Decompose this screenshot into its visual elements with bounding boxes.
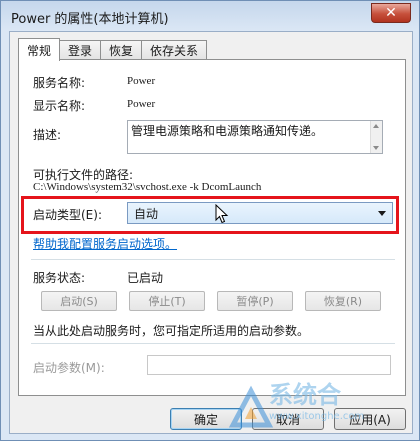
title-bar[interactable]: Power 的属性(本地计算机) ✕ bbox=[1, 1, 419, 31]
watermark-text: 系统合 bbox=[269, 381, 341, 409]
tab-dependencies[interactable]: 依存关系 bbox=[141, 40, 208, 60]
tab-strip: 常规 登录 恢复 依存关系 bbox=[18, 38, 208, 61]
service-name-value: Power bbox=[127, 75, 156, 87]
properties-window: Power 的属性(本地计算机) ✕ 常规 登录 恢复 依存关系 服务名称: P… bbox=[0, 0, 420, 441]
display-name-value: Power bbox=[127, 98, 156, 110]
general-panel: 服务名称: Power 显示名称: Power 描述: 管理电源策略和电源策略通… bbox=[18, 59, 406, 396]
mouse-cursor-icon bbox=[215, 204, 229, 224]
start-params-label: 启动参数(M): bbox=[33, 361, 105, 375]
description-label: 描述: bbox=[33, 128, 62, 142]
window-title: Power 的属性(本地计算机) bbox=[11, 12, 169, 27]
close-icon: ✕ bbox=[385, 5, 397, 21]
start-button[interactable]: 启动(S) bbox=[41, 291, 117, 311]
startup-type-label: 启动类型(E): bbox=[33, 208, 102, 222]
tab-recovery[interactable]: 恢复 bbox=[100, 40, 143, 60]
section-divider bbox=[31, 343, 395, 344]
service-status-value: 已启动 bbox=[127, 271, 164, 285]
resume-button[interactable]: 恢复(R) bbox=[305, 291, 381, 311]
scroll-down-icon[interactable] bbox=[373, 146, 379, 150]
description-box[interactable]: 管理电源策略和电源策略通知传递。 bbox=[127, 120, 383, 154]
stop-button[interactable]: 停止(T) bbox=[129, 291, 205, 311]
description-scrollbar[interactable] bbox=[370, 121, 382, 153]
service-name-label: 服务名称: bbox=[33, 76, 86, 90]
exec-path-value: C:\Windows\system32\svchost.exe -k DcomL… bbox=[33, 181, 262, 193]
help-configure-link[interactable]: 帮助我配置服务启动选项。 bbox=[33, 235, 177, 252]
tab-general[interactable]: 常规 bbox=[18, 38, 61, 61]
description-text: 管理电源策略和电源策略通知传递。 bbox=[131, 124, 324, 138]
service-status-label: 服务状态: bbox=[33, 271, 86, 285]
ok-button[interactable]: 确定 bbox=[170, 408, 242, 430]
startup-type-select[interactable]: 自动 bbox=[127, 202, 393, 224]
dialog-client: 常规 登录 恢复 依存关系 服务名称: Power 显示名称: Power 描述… bbox=[9, 31, 413, 434]
section-divider bbox=[31, 259, 395, 260]
chevron-down-icon[interactable] bbox=[378, 211, 386, 216]
pause-button[interactable]: 暂停(P) bbox=[217, 291, 293, 311]
startup-type-value: 自动 bbox=[134, 207, 159, 221]
close-button[interactable]: ✕ bbox=[371, 3, 411, 23]
tab-logon[interactable]: 登录 bbox=[59, 40, 102, 60]
start-params-input[interactable] bbox=[147, 355, 391, 375]
start-params-hint: 当从此处启动服务时，您可指定所适用的启动参数。 bbox=[33, 324, 310, 338]
display-name-label: 显示名称: bbox=[33, 99, 86, 113]
watermark-url: www.xitonghe.com bbox=[269, 411, 365, 422]
scroll-up-icon[interactable] bbox=[373, 124, 379, 128]
